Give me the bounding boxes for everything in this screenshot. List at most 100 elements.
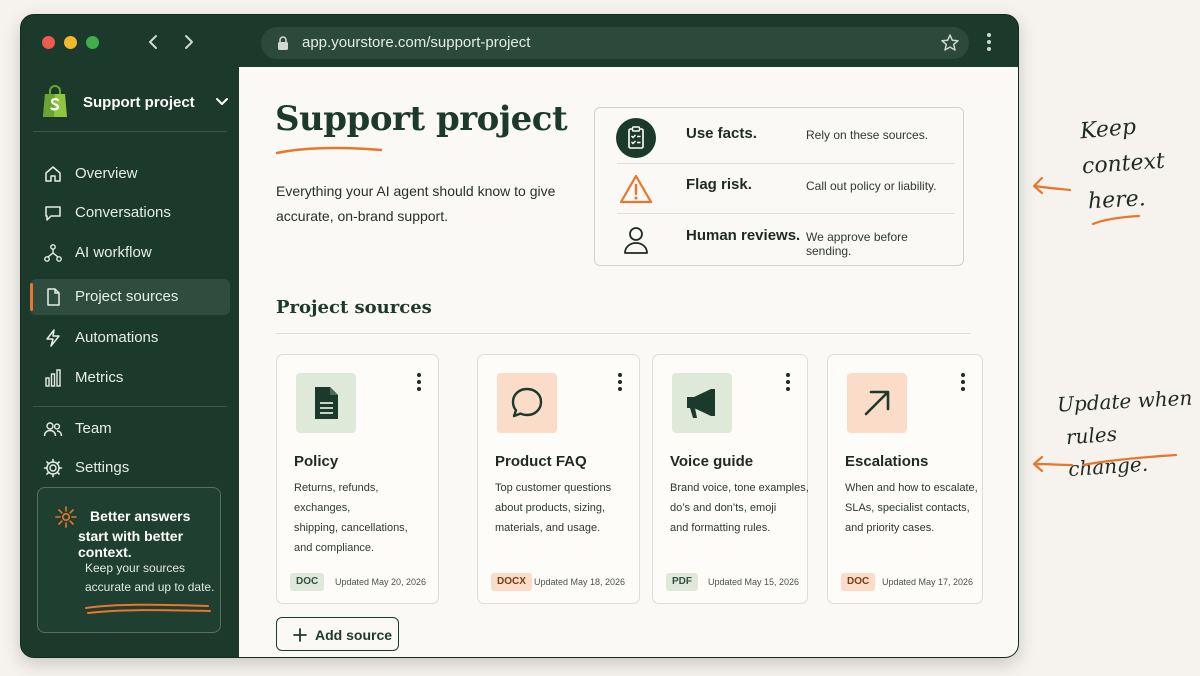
maximize-window-button[interactable] [86,36,99,49]
sidebar-item-team[interactable]: Team [30,411,230,447]
close-window-button[interactable] [42,36,55,49]
chat-icon [45,206,61,221]
rule-title: Flag risk. [686,176,752,193]
plus-icon [293,628,307,642]
megaphone-icon [687,389,715,418]
document-icon [315,387,338,419]
rule-use-facts: Use facts. Rely on these sources. [615,111,955,161]
warning-icon [619,174,653,204]
source-icon-tile [672,373,732,433]
url-text[interactable]: app.yourstore.com/support-project [302,34,530,51]
card-menu-icon[interactable] [414,372,424,392]
source-description-line: materials, and usage. [495,522,601,534]
project-name: Support project [83,94,195,111]
card-menu-icon[interactable] [615,372,625,392]
sparkle-icon [55,506,77,528]
rule-title: Human reviews. [686,227,801,244]
add-source-label: Add source [315,627,393,643]
annotation-line: rules change. [1065,421,1149,482]
source-description-line: about products, sizing, [495,502,606,514]
sidebar: Support project Overview Conversations A… [21,67,239,657]
lock-icon [278,36,288,50]
source-description-line: SLAs, specialist contacts, [845,502,970,514]
file-type-badge: DOCX [491,573,532,591]
annotation-keep-context: Keep context here. [1076,110,1186,218]
rule-title: Use facts. [686,125,757,142]
card-menu-icon[interactable] [958,372,968,392]
back-arrow-icon[interactable] [141,29,165,55]
updated-date: Updated May 18, 2026 [534,577,626,587]
orange-underline-scribble [85,603,211,614]
tip-heading-line2: start with better context. [78,528,184,560]
rule-detail: Rely on these sources. [806,128,929,142]
sidebar-item-label: Overview [75,165,138,182]
source-description-line: and priority cases. [845,522,935,534]
source-card-policy[interactable]: Policy Returns, refunds, exchanges, ship… [276,354,439,604]
rule-detail: We approve before sending. [806,230,908,258]
tip-heading-line1: Better answers [90,508,191,524]
source-description: When and how to escalate, SLAs, speciali… [845,478,985,538]
source-name: Voice guide [670,453,754,470]
source-description-line: shipping, cancellations, [294,522,408,534]
browser-menu-icon[interactable] [982,31,996,53]
title-underline-scribble [275,146,383,155]
source-name: Product FAQ [495,453,587,470]
source-icon-tile [497,373,557,433]
sidebar-divider [33,406,227,407]
shopping-bag-logo-icon [43,85,67,117]
sidebar-item-label: Team [75,420,112,437]
sidebar-item-automations[interactable]: Automations [30,320,230,356]
sidebar-item-label: Conversations [75,204,171,221]
minimize-window-button[interactable] [64,36,77,49]
bookmark-star-icon[interactable] [939,32,961,54]
sidebar-item-project-sources[interactable]: Project sources [30,279,230,315]
file-type-badge: PDF [666,573,698,591]
person-icon [624,227,648,254]
sidebar-item-label: Project sources [75,288,179,305]
address-bar[interactable]: app.yourstore.com/support-project [261,27,969,59]
source-card-product-faq[interactable]: Product FAQ Top customer questions about… [477,354,640,604]
forward-arrow-icon[interactable] [177,29,201,55]
arrow-up-right-icon [864,390,890,416]
file-type-badge: DOC [841,573,876,591]
source-icon-tile [296,373,356,433]
source-description: Returns, refunds, exchanges, shipping, c… [294,478,434,558]
source-description-line: and formatting rules. [670,522,771,534]
rule-flag-risk: Flag risk. Call out policy or liability. [615,162,955,212]
gear-icon [43,458,63,478]
clipboard-check-icon [616,118,656,158]
card-menu-icon[interactable] [783,372,793,392]
workflow-icon [44,244,62,262]
sidebar-item-ai-workflow[interactable]: AI workflow [30,235,230,271]
rule-human-reviews: Human reviews. We approve before sending… [615,213,955,263]
add-source-button[interactable]: Add source [276,617,399,651]
source-card-voice-guide[interactable]: Voice guide Brand voice, tone examples, … [652,354,810,604]
chat-bubble-icon [511,387,543,418]
page-title: Support project [275,99,568,139]
tip-body-line2: accurate and up to date. [85,580,215,594]
sidebar-item-metrics[interactable]: Metrics [30,360,230,396]
source-description: Brand voice, tone examples, do’s and don… [670,478,810,538]
source-card-escalations[interactable]: Escalations When and how to escalate, SL… [827,354,983,604]
tip-card: Better answers start with better context… [37,487,221,633]
source-description-line: do’s and don’ts, emoji [670,502,777,514]
annotation-arrow-icon [1032,455,1074,473]
section-title: Project sources [276,297,432,318]
sidebar-item-label: Automations [75,329,159,346]
project-switcher[interactable]: Support project [39,83,229,123]
source-description: Top customer questions about products, s… [495,478,635,538]
sidebar-item-settings[interactable]: Settings [30,450,230,486]
page-description: Everything your AI agent should know to … [276,183,556,224]
sidebar-item-conversations[interactable]: Conversations [30,195,230,231]
sidebar-item-label: AI workflow [75,244,152,261]
sidebar-item-overview[interactable]: Overview [30,156,230,192]
annotation-arrow-icon [1032,176,1072,195]
sidebar-item-label: Settings [75,459,130,476]
source-name: Escalations [845,453,929,470]
annotation-underline-scribble [1091,214,1141,226]
chevron-down-icon [216,98,228,105]
source-name: Policy [294,453,339,470]
lightning-icon [46,329,60,347]
file-type-badge: DOC [290,573,325,591]
updated-date: Updated May 15, 2026 [708,577,800,587]
